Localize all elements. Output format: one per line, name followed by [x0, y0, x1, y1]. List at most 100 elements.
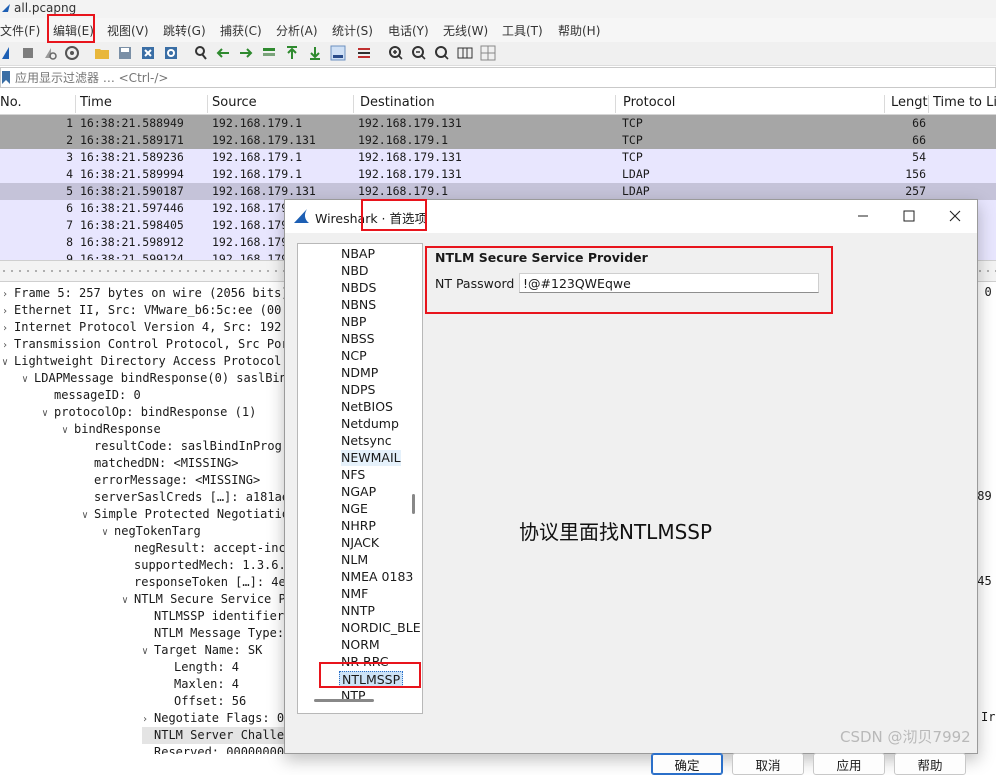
- tree-item[interactable]: › Frame 5: 257 bytes on wire (2056 bits),: [2, 285, 296, 302]
- grid-icon[interactable]: [480, 45, 496, 61]
- close-icon[interactable]: [937, 205, 973, 227]
- tree-item[interactable]: Length: 4: [162, 659, 239, 676]
- menu-item[interactable]: 视图(V): [107, 22, 149, 39]
- protocol-item[interactable]: NDPS: [341, 382, 375, 398]
- go-to-packet-icon[interactable]: [261, 45, 277, 61]
- zoom-reset-icon[interactable]: [434, 45, 450, 61]
- protocol-item[interactable]: Netdump: [341, 416, 399, 432]
- table-row[interactable]: 3 16:38:21.589236 192.168.179.1 192.168.179…: [0, 149, 996, 166]
- protocol-item[interactable]: NORDIC_BLE: [341, 620, 421, 636]
- find-packet-icon[interactable]: [193, 45, 209, 61]
- tree-item[interactable]: Maxlen: 4: [162, 676, 239, 693]
- tree-item[interactable]: negResult: accept-inco: [122, 540, 293, 557]
- expand-down-icon[interactable]: ∨: [22, 371, 34, 388]
- tree-item[interactable]: ∨ negTokenTarg: [102, 523, 201, 540]
- help-button[interactable]: 帮助: [894, 753, 966, 775]
- reload-file-icon[interactable]: [163, 45, 179, 61]
- tree-item[interactable]: supportedMech: 1.3.6.1: [122, 557, 293, 574]
- tree-item[interactable]: ∨ protocolOp: bindResponse (1): [42, 404, 256, 421]
- start-capture-icon[interactable]: [0, 45, 16, 61]
- tree-item[interactable]: messageID: 0: [42, 387, 141, 404]
- table-row[interactable]: 5 16:38:21.590187 192.168.179.131 192.168.1…: [0, 183, 996, 200]
- go-first-icon[interactable]: [284, 45, 300, 61]
- table-row[interactable]: 2 16:38:21.589171 192.168.179.131 192.168.1…: [0, 132, 996, 149]
- auto-scroll-icon[interactable]: [330, 45, 346, 61]
- protocol-item[interactable]: NNTP: [341, 603, 375, 619]
- protocol-item[interactable]: NEWMAIL: [341, 450, 401, 466]
- tree-item[interactable]: ∨ Lightweight Directory Access Protocol: [2, 353, 281, 370]
- menu-item[interactable]: 文件(F): [0, 22, 40, 39]
- tree-item[interactable]: › Internet Protocol Version 4, Src: 192.1: [2, 319, 296, 336]
- cancel-button[interactable]: 取消: [732, 753, 804, 775]
- tree-item[interactable]: responseToken […]: 4e5: [122, 574, 293, 591]
- menu-item[interactable]: 统计(S): [332, 22, 373, 39]
- menu-item[interactable]: 捕获(C): [220, 22, 262, 39]
- expand-down-icon[interactable]: ∨: [102, 524, 114, 541]
- expand-down-icon[interactable]: ∨: [42, 405, 54, 422]
- protocol-item[interactable]: NBD: [341, 263, 369, 279]
- resize-columns-icon[interactable]: [457, 45, 473, 61]
- apply-button[interactable]: 应用: [813, 753, 885, 775]
- protocol-item[interactable]: NDMP: [341, 365, 378, 381]
- expand-down-icon[interactable]: ∨: [2, 354, 14, 371]
- protocol-tree[interactable]: NBAP NBD NBDS NBNS NBP NBSS NCP NDMP NDPS NetBIOS…: [297, 243, 423, 714]
- protocol-item[interactable]: NLM: [341, 552, 368, 568]
- menu-item[interactable]: 帮助(H): [558, 22, 600, 39]
- tree-item[interactable]: › Transmission Control Protocol, Src Port: [2, 336, 296, 353]
- colorize-icon[interactable]: [356, 45, 372, 61]
- tree-item[interactable]: ∨ Simple Protected Negotiatio: [82, 506, 289, 523]
- tree-item[interactable]: Offset: 56: [162, 693, 246, 710]
- minimize-icon[interactable]: [845, 205, 881, 227]
- protocol-item[interactable]: NR RRC: [341, 654, 389, 670]
- go-last-icon[interactable]: [307, 45, 323, 61]
- protocol-item[interactable]: NetBIOS: [341, 399, 393, 415]
- column-protocol[interactable]: Protocol: [623, 95, 885, 113]
- tree-item[interactable]: resultCode: saslBindInProgr: [82, 438, 289, 455]
- expand-right-icon[interactable]: ›: [142, 711, 154, 728]
- tree-item[interactable]: ∨ Target Name: SK: [142, 642, 262, 659]
- stop-capture-icon[interactable]: [20, 45, 36, 61]
- horizontal-scrollbar[interactable]: [314, 699, 374, 702]
- tree-item[interactable]: ∨ bindResponse: [62, 421, 161, 438]
- column-time[interactable]: Time: [80, 95, 208, 113]
- bookmark-icon[interactable]: [2, 71, 10, 84]
- menu-item[interactable]: 分析(A): [276, 22, 318, 39]
- menu-item[interactable]: 编辑(E): [53, 22, 94, 39]
- column-destination[interactable]: Destination: [360, 95, 616, 113]
- display-filter-input[interactable]: [15, 70, 915, 86]
- table-row[interactable]: 1 16:38:21.588949 192.168.179.1 192.168.179…: [0, 115, 996, 132]
- ok-button[interactable]: 确定: [651, 753, 723, 775]
- protocol-item[interactable]: NBDS: [341, 280, 377, 296]
- tree-item[interactable]: matchedDN: <MISSING>: [82, 455, 239, 472]
- zoom-in-icon[interactable]: [388, 45, 404, 61]
- protocol-item[interactable]: NBSS: [341, 331, 375, 347]
- column-no[interactable]: No.: [0, 95, 76, 113]
- save-file-icon[interactable]: [117, 45, 133, 61]
- protocol-item[interactable]: NORM: [341, 637, 380, 653]
- tree-item[interactable]: ∨ NTLM Secure Service Pr: [122, 591, 293, 608]
- tree-item[interactable]: NTLM Server Challer: [142, 727, 292, 744]
- protocol-item[interactable]: NBP: [341, 314, 366, 330]
- protocol-item[interactable]: Netsync: [341, 433, 392, 449]
- nt-password-input[interactable]: [519, 273, 819, 293]
- vertical-scrollbar[interactable]: [412, 494, 415, 514]
- open-file-icon[interactable]: [94, 45, 110, 61]
- close-file-icon[interactable]: [140, 45, 156, 61]
- menu-item[interactable]: 工具(T): [502, 22, 543, 39]
- go-forward-icon[interactable]: [238, 45, 254, 61]
- menu-item[interactable]: 无线(W): [443, 22, 488, 39]
- protocol-item[interactable]: NBNS: [341, 297, 376, 313]
- capture-options-icon[interactable]: [64, 45, 80, 61]
- table-row[interactable]: 4 16:38:21.589994 192.168.179.1 192.168.179…: [0, 166, 996, 183]
- column-length[interactable]: Lengt: [891, 95, 929, 113]
- protocol-item[interactable]: NGAP: [341, 484, 376, 500]
- protocol-item[interactable]: NFS: [341, 467, 365, 483]
- restart-capture-icon[interactable]: [42, 45, 58, 61]
- expand-right-icon[interactable]: ›: [2, 337, 14, 354]
- protocol-item[interactable]: NMEA 0183: [341, 569, 413, 585]
- protocol-item[interactable]: NJACK: [341, 535, 379, 551]
- protocol-item[interactable]: NGE: [341, 501, 368, 517]
- maximize-icon[interactable]: [891, 205, 927, 227]
- tree-item[interactable]: › Negotiate Flags: 0x: [142, 710, 291, 727]
- protocol-item[interactable]: NMF: [341, 586, 368, 602]
